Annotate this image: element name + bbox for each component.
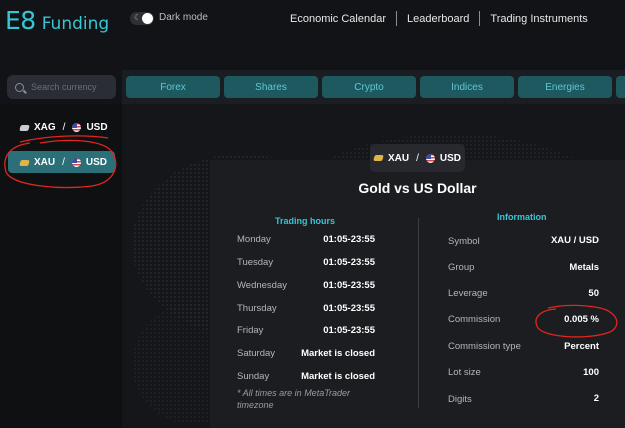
us-flag-icon (71, 158, 81, 167)
info-value: Metals (569, 262, 599, 273)
nav-trading-instruments[interactable]: Trading Instruments (490, 13, 587, 25)
tab-energies[interactable]: Energies (518, 76, 612, 98)
nav-divider (396, 11, 397, 26)
timezone-note: * All times are in MetaTrader timezone (237, 388, 351, 410)
trading-time: 01:05-23:55 (323, 280, 375, 291)
dark-mode-label: Dark mode (159, 12, 208, 23)
trading-day: Friday (237, 325, 264, 336)
trading-day: Sunday (237, 371, 270, 382)
pair-base: XAG (34, 122, 56, 133)
trading-day: Saturday (237, 348, 276, 359)
tab-indices[interactable]: Indices (420, 76, 514, 98)
moon-icon: ☾ (134, 13, 142, 22)
instrument-title: Gold vs US Dollar (358, 180, 477, 196)
pair-slash: / (62, 157, 65, 168)
trading-time: 01:05-23:55 (323, 234, 375, 245)
pair-slash: / (62, 122, 66, 133)
gold-bar-icon (19, 159, 30, 166)
logo[interactable]: E8 Funding (5, 6, 109, 35)
tab-more[interactable] (616, 76, 625, 98)
info-key: Commission (448, 314, 501, 325)
nav-divider (479, 11, 481, 26)
trading-time: Market is closed (301, 348, 375, 359)
trading-day: Thursday (237, 303, 277, 314)
info-value: Percent (564, 341, 599, 352)
information-title: Information (497, 212, 547, 222)
pair-base: XAU (34, 157, 56, 168)
chip-base: XAU (387, 152, 410, 164)
info-key: Lot size (448, 367, 481, 378)
info-value: XAU / USD (550, 235, 599, 246)
info-key: Group (448, 262, 475, 273)
info-key: Symbol (448, 236, 480, 247)
info-value: 0.005 % (564, 314, 599, 325)
dark-mode-toggle[interactable]: ☾ (130, 12, 154, 25)
trading-day: Monday (237, 234, 271, 245)
logo-mark: E8 (5, 6, 36, 35)
us-flag-icon (425, 153, 435, 163)
trading-time: 01:05-23:55 (323, 257, 375, 268)
top-nav: Economic Calendar Leaderboard Trading In… (290, 11, 588, 26)
info-value: 50 (588, 288, 599, 299)
toggle-knob (142, 13, 153, 24)
trading-hours-title: Trading hours (275, 216, 336, 226)
silver-bar-icon (19, 124, 30, 131)
pair-quote: USD (86, 122, 108, 133)
pair-quote: USD (85, 157, 108, 168)
column-divider (418, 218, 419, 408)
nav-economic-calendar[interactable]: Economic Calendar (290, 13, 386, 25)
tab-forex[interactable]: Forex (126, 76, 220, 98)
info-key: Commission type (448, 341, 521, 352)
info-key: Digits (448, 394, 472, 405)
trading-time: 01:05-23:55 (323, 325, 375, 336)
logo-text: Funding (41, 14, 110, 34)
gold-bar-icon (373, 155, 384, 161)
chip-slash: / (416, 152, 419, 164)
info-key: Leverage (448, 288, 488, 299)
search-input[interactable] (31, 82, 111, 92)
nav-leaderboard[interactable]: Leaderboard (407, 13, 469, 25)
pair-item-xau-usd[interactable]: XAU / USD (19, 157, 108, 168)
pair-item-xag-usd[interactable]: XAG / USD (19, 122, 108, 133)
trading-day: Tuesday (237, 257, 274, 268)
info-value: 2 (593, 393, 599, 404)
us-flag-icon (72, 123, 82, 132)
header: E8 Funding ☾ Dark mode Economic Calendar… (0, 0, 625, 60)
search-icon (15, 82, 24, 92)
trading-day: Wednesday (237, 280, 287, 291)
tab-shares[interactable]: Shares (224, 76, 318, 98)
tab-crypto[interactable]: Crypto (322, 76, 416, 98)
trading-time: 01:05-23:55 (323, 303, 375, 314)
chip-quote: USD (439, 152, 462, 164)
search-box[interactable] (7, 75, 116, 99)
instrument-chip: XAU / USD (370, 144, 465, 172)
trading-time: Market is closed (301, 371, 375, 382)
info-value: 100 (583, 367, 599, 378)
